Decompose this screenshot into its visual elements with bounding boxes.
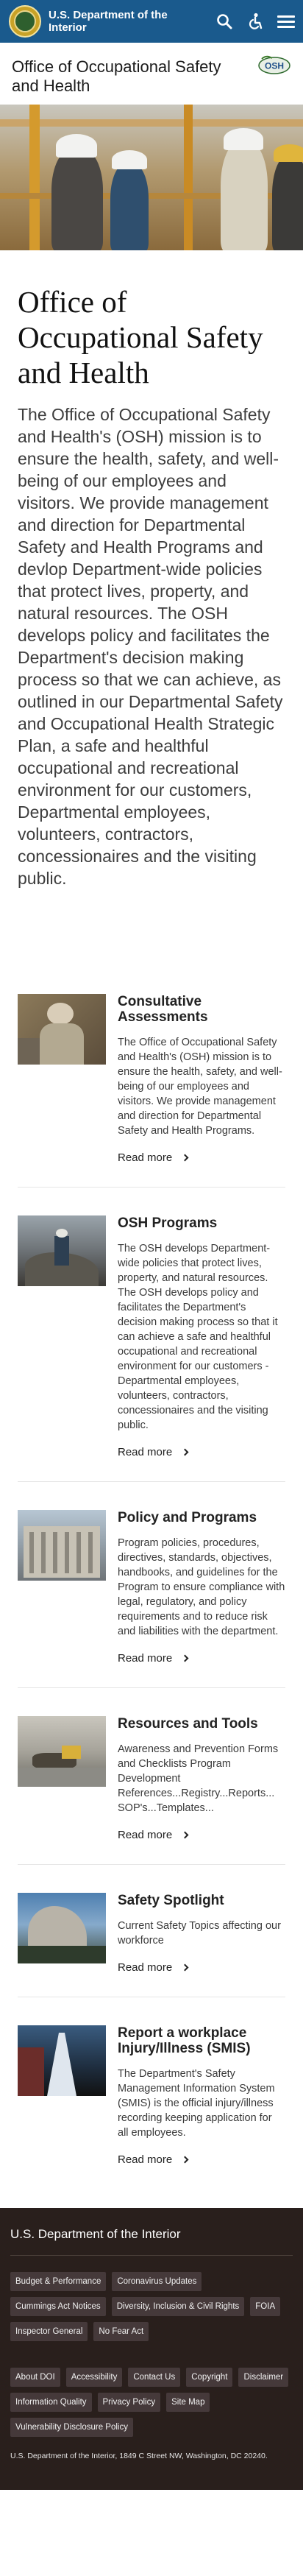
read-more-link[interactable]: Read more	[118, 2153, 189, 2166]
search-icon[interactable]	[215, 12, 234, 31]
footer-link-cummings-act[interactable]: Cummings Act Notices	[10, 2297, 106, 2316]
footer-link-budget-performance[interactable]: Budget & Performance	[10, 2272, 107, 2291]
card-image[interactable]	[18, 994, 106, 1065]
chevron-right-icon	[181, 1963, 189, 1972]
footer-link-about-doi[interactable]: About DOI	[10, 2368, 60, 2387]
card-policy-and-programs: Policy and Programs Program policies, pr…	[18, 1501, 285, 1688]
footer-title[interactable]: U.S. Department of the Interior	[10, 2227, 293, 2242]
footer-link-diversity[interactable]: Diversity, Inclusion & Civil Rights	[111, 2297, 245, 2316]
card-title[interactable]: Policy and Programs	[118, 1510, 285, 1525]
chevron-right-icon	[181, 1448, 189, 1456]
footer-divider	[10, 2255, 293, 2256]
office-name[interactable]: Office of Occupational Safety and Health	[12, 57, 232, 96]
card-title[interactable]: Report a workplace Injury/Illness (SMIS)	[118, 2025, 285, 2056]
footer-links-primary: Budget & Performance Coronavirus Updates…	[10, 2272, 293, 2341]
card-image[interactable]	[18, 1716, 106, 1787]
card-description: The OSH develops Department-wide policie…	[118, 1243, 278, 1431]
card-osh-programs: OSH Programs The OSH develops Department…	[18, 1207, 285, 1482]
card-description: Awareness and Prevention Forms and Check…	[118, 1743, 279, 1814]
chevron-right-icon	[181, 1154, 189, 1162]
card-safety-spotlight: Safety Spotlight Current Safety Topics a…	[18, 1884, 285, 1997]
card-image[interactable]	[18, 1215, 106, 1286]
page-title: Office of Occupational Safety and Health	[18, 285, 263, 389]
card-description: Current Safety Topics affecting our work…	[118, 1920, 281, 1947]
read-more-link[interactable]: Read more	[118, 1652, 189, 1665]
chevron-right-icon	[181, 1654, 189, 1662]
card-report-injury: Report a workplace Injury/Illness (SMIS)…	[18, 2016, 285, 2189]
card-image[interactable]	[18, 2025, 106, 2096]
footer-link-no-fear-act[interactable]: No Fear Act	[93, 2322, 149, 2341]
footer-link-disclaimer[interactable]: Disclaimer	[238, 2368, 289, 2387]
hero-image	[0, 105, 303, 250]
footer-link-vulnerability-disclosure[interactable]: Vulnerability Disclosure Policy	[10, 2418, 133, 2437]
footer-link-site-map[interactable]: Site Map	[166, 2393, 210, 2412]
footer-link-inspector-general[interactable]: Inspector General	[10, 2322, 88, 2341]
card-list: Consultative Assessments The Office of O…	[0, 985, 303, 2189]
card-title[interactable]: Consultative Assessments	[118, 994, 285, 1025]
chevron-right-icon	[181, 2156, 189, 2164]
card-title[interactable]: OSH Programs	[118, 1215, 285, 1231]
card-consultative-assessments: Consultative Assessments The Office of O…	[18, 985, 285, 1188]
intro-text: The Office of Occupational Safety and He…	[18, 405, 283, 888]
footer-links-secondary: About DOI Accessibility Contact Us Copyr…	[10, 2368, 293, 2437]
read-more-link[interactable]: Read more	[118, 1961, 189, 1974]
site-title[interactable]: U.S. Department of the Interior	[49, 9, 188, 34]
osh-logo[interactable]: OSH	[257, 54, 291, 75]
chevron-right-icon	[181, 1831, 189, 1839]
accessibility-icon[interactable]	[246, 12, 265, 31]
office-header: Office of Occupational Safety and Health…	[0, 43, 303, 105]
card-resources-and-tools: Resources and Tools Awareness and Preven…	[18, 1707, 285, 1865]
footer-link-privacy-policy[interactable]: Privacy Policy	[97, 2393, 161, 2412]
intro-section: Office of Occupational Safety and Health…	[0, 250, 303, 889]
card-description: The Office of Occupational Safety and He…	[118, 1037, 282, 1137]
card-description: Program policies, procedures, directives…	[118, 1537, 285, 1637]
card-description: The Department's Safety Management Infor…	[118, 2068, 275, 2139]
footer-link-information-quality[interactable]: Information Quality	[10, 2393, 92, 2412]
site-header: U.S. Department of the Interior	[0, 0, 303, 43]
read-more-link[interactable]: Read more	[118, 1829, 189, 1841]
footer-address: U.S. Department of the Interior, 1849 C …	[10, 2452, 268, 2460]
footer-link-coronavirus-updates[interactable]: Coronavirus Updates	[112, 2272, 202, 2291]
read-more-link[interactable]: Read more	[118, 1151, 189, 1164]
footer-link-foia[interactable]: FOIA	[250, 2297, 281, 2316]
card-image[interactable]	[18, 1893, 106, 1963]
doi-seal-logo[interactable]	[9, 5, 41, 38]
footer-link-contact-us[interactable]: Contact Us	[128, 2368, 181, 2387]
card-image[interactable]	[18, 1510, 106, 1581]
header-icons	[215, 12, 296, 31]
site-footer: U.S. Department of the Interior Budget &…	[0, 2208, 303, 2490]
read-more-link[interactable]: Read more	[118, 1446, 189, 1458]
card-title[interactable]: Safety Spotlight	[118, 1893, 285, 1908]
menu-icon[interactable]	[277, 12, 296, 31]
card-title[interactable]: Resources and Tools	[118, 1716, 285, 1732]
footer-link-accessibility[interactable]: Accessibility	[65, 2368, 123, 2387]
footer-link-copyright[interactable]: Copyright	[186, 2368, 233, 2387]
osh-logo-text: OSH	[265, 61, 284, 71]
